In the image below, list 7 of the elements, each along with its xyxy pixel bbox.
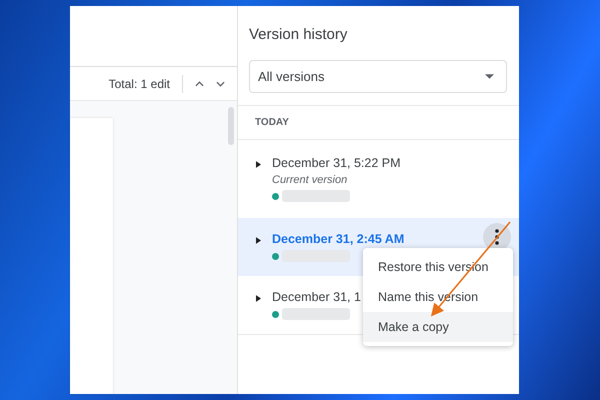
section-heading: TODAY bbox=[238, 106, 519, 140]
version-time: December 31, 1 bbox=[272, 289, 361, 306]
version-time: December 31, 2:45 AM bbox=[272, 231, 404, 248]
version-time: December 31, 5:22 PM bbox=[272, 155, 401, 172]
version-label: Current version bbox=[272, 173, 348, 188]
edit-count: Total: 1 edit bbox=[108, 76, 170, 90]
panel-title: Version history bbox=[249, 25, 348, 45]
